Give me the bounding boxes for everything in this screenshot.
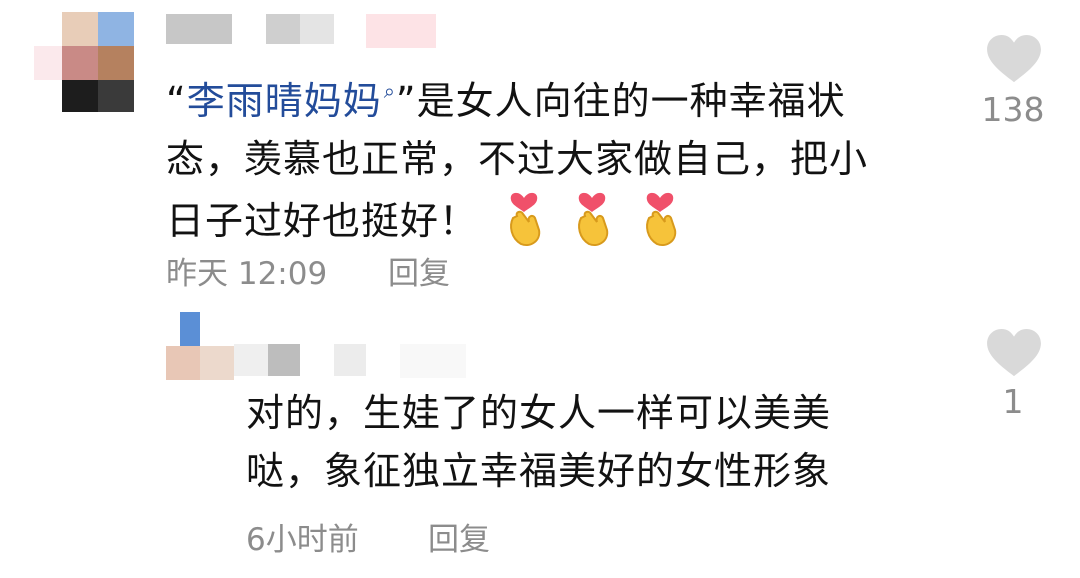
avatar[interactable] [34,12,134,112]
username-blurred[interactable] [234,344,474,378]
mention-close-quote: ” [395,79,417,123]
heart-icon [987,34,1041,83]
finger-heart-icon [635,188,685,248]
finger-heart-icon [567,188,617,248]
search-icon[interactable]: ⌕ [384,79,396,103]
comment-2-reply-button[interactable]: 回复 [428,514,490,559]
comment-1-reply-button[interactable]: 回复 [388,248,450,293]
comment-1-line-2: 态，羡慕也正常，不过大家做自己，把小 [166,137,869,181]
comment-2-line-2: 哒，象征独立幸福美好的女性形象 [246,449,832,493]
comment-1-line-1-rest: 是女人向往的一种幸福状 [416,79,846,123]
comment-2-text: 对的，生娃了的女人一样可以美美 哒，象征独立幸福美好的女性形象 [246,384,946,500]
username-blurred[interactable] [166,14,446,48]
comment-1-timestamp: 昨天 12:09 [166,256,328,292]
comment-2-like-button[interactable] [984,328,1044,378]
comment-1-line-1: “李雨晴妈妈 ⌕”是女人向往的一种幸福状 [166,62,946,130]
finger-heart-icon [499,188,549,248]
mention-link[interactable]: 李雨晴妈妈 [187,79,382,123]
comment-1-text: “李雨晴妈妈 ⌕”是女人向往的一种幸福状 态，羡慕也正常，不过大家做自己，把小 日… [166,62,946,250]
avatar[interactable] [166,312,234,380]
comment-1-like-button[interactable] [984,34,1044,84]
comment-2-line-1: 对的，生娃了的女人一样可以美美 [246,391,832,435]
comment-2-like-count: 1 [1002,382,1024,421]
mention-open-quote: “ [166,79,187,123]
comment-2-timestamp: 6小时前 [246,522,359,558]
comment-1-line-3-text: 日子过好也挺好！ [166,199,479,243]
comment-1-line-3: 日子过好也挺好！ [166,188,946,250]
heart-icon [987,328,1041,377]
comment-1-like-count: 138 [981,90,1045,129]
